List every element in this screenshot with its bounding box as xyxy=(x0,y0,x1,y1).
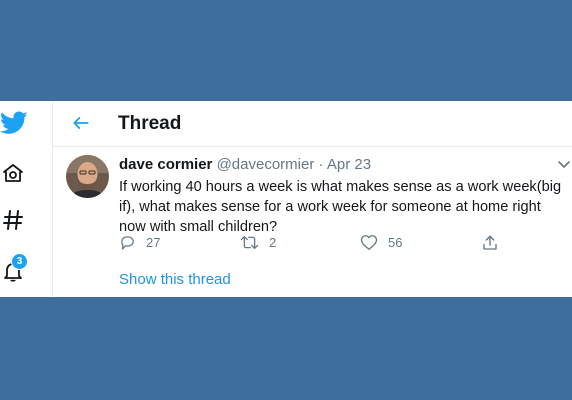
separator-dot: · xyxy=(318,156,324,173)
reply-button[interactable]: 27 xyxy=(119,234,160,251)
page-title: Thread xyxy=(118,113,182,134)
sidebar-nav: 3 xyxy=(0,101,53,297)
like-button[interactable]: 56 xyxy=(360,234,402,251)
twitter-panel: 3 Thread dave cormier @davecormier · Apr… xyxy=(0,101,572,297)
reply-count: 27 xyxy=(146,235,161,250)
explore-hashtag-icon[interactable] xyxy=(0,206,27,234)
author-handle[interactable]: @davecormier xyxy=(217,156,315,173)
tweet-text: If working 40 hours a week is what makes… xyxy=(119,179,562,235)
tweet[interactable]: dave cormier @davecormier · Apr 23 If wo… xyxy=(53,147,572,297)
author-name[interactable]: dave cormier xyxy=(119,156,212,173)
share-button[interactable] xyxy=(481,234,509,252)
tweet-date[interactable]: Apr 23 xyxy=(327,156,371,173)
retweet-count: 2 xyxy=(269,235,277,250)
like-count: 56 xyxy=(388,235,403,250)
show-thread-link[interactable]: Show this thread xyxy=(119,271,231,288)
heart-icon xyxy=(360,235,378,250)
back-arrow-icon[interactable] xyxy=(69,111,93,135)
home-icon[interactable] xyxy=(0,159,27,187)
tweet-header: dave cormier @davecormier · Apr 23 xyxy=(119,156,371,173)
notifications-badge: 3 xyxy=(11,253,28,270)
chevron-down-icon[interactable] xyxy=(557,157,571,171)
twitter-logo-icon[interactable] xyxy=(0,109,28,137)
share-icon xyxy=(483,235,497,250)
page-header: Thread xyxy=(53,101,572,147)
reply-icon xyxy=(121,236,134,250)
tweet-actions: 27 2 56 xyxy=(119,234,519,254)
retweet-button[interactable]: 2 xyxy=(240,234,276,251)
avatar[interactable] xyxy=(66,155,109,198)
retweet-icon xyxy=(240,235,259,250)
